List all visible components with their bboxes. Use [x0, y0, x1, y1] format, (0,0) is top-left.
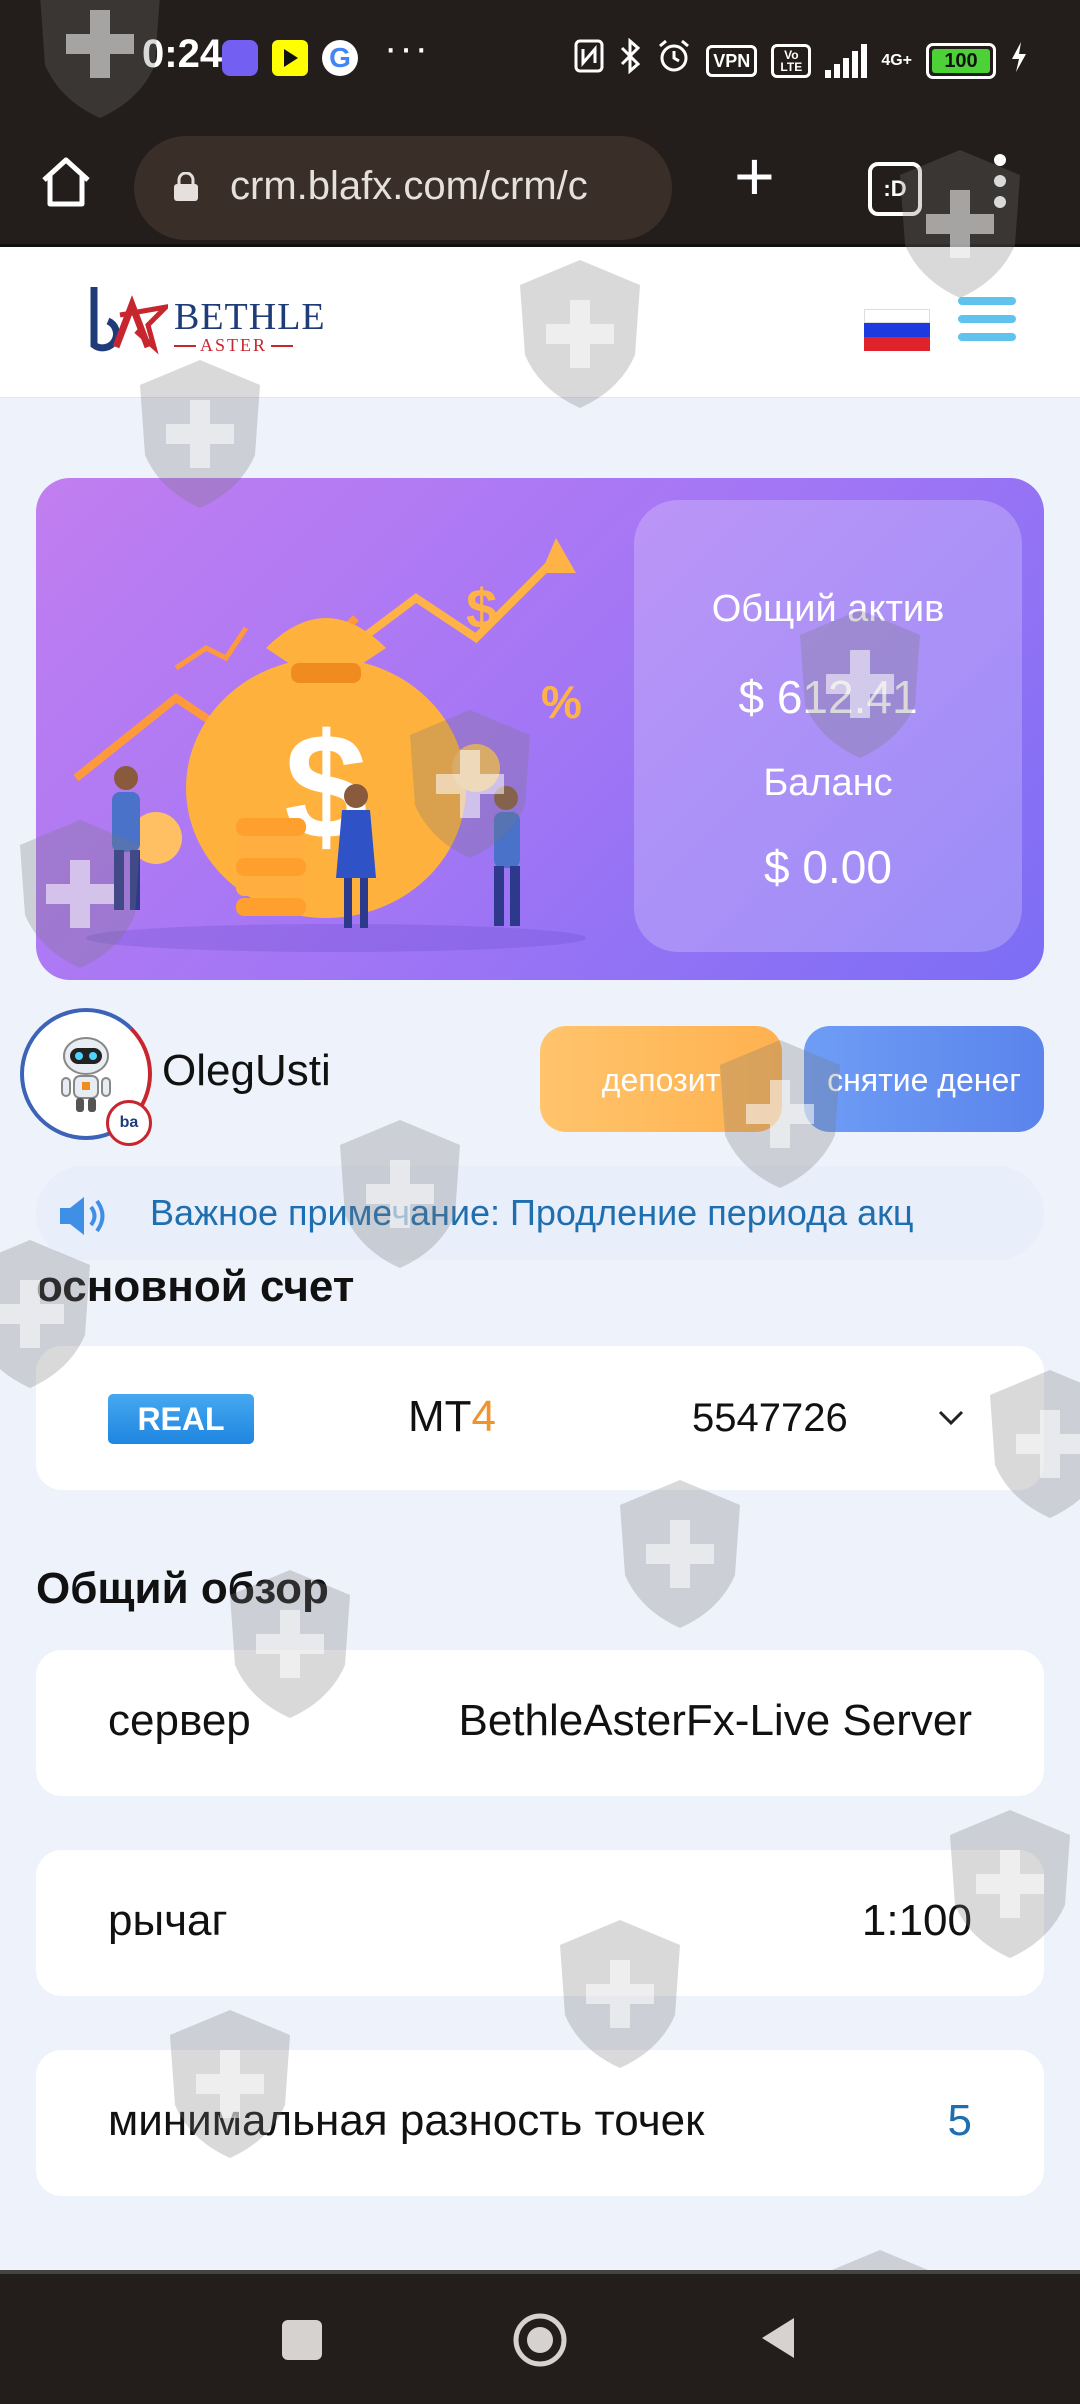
battery-icon: 100	[926, 42, 996, 79]
withdraw-button[interactable]: снятие денег	[804, 1026, 1044, 1132]
alarm-icon	[656, 38, 692, 83]
logo-name: BETHLE	[174, 296, 326, 338]
balance-label: Баланс	[763, 762, 893, 804]
status-icons: VPN Vo LTE 4G+ 100	[574, 37, 1028, 83]
hamburger-menu-icon[interactable]	[958, 297, 1016, 351]
balance-value: $ 0.00	[764, 841, 892, 893]
battery-level: 100	[932, 48, 990, 73]
browser-menu-icon[interactable]	[994, 154, 1008, 217]
volte-icon: Vo LTE	[771, 43, 812, 78]
logo-mark-icon	[88, 285, 174, 355]
home-circle-icon[interactable]	[512, 2312, 568, 2368]
svg-text:$: $	[466, 577, 497, 640]
svg-text:%: %	[541, 676, 582, 728]
username: OlegUsti	[162, 1046, 331, 1095]
platform-label: MT4	[408, 1392, 497, 1441]
asset-summary-card: Общий актив $ 612.41 Баланс $ 0.00	[634, 500, 1022, 952]
network-type: 4G+	[881, 51, 912, 69]
server-value: BethleAsterFx-Live Server	[458, 1696, 972, 1745]
lock-icon	[172, 171, 200, 202]
overview-row-leverage: рычаг 1:100	[36, 1850, 1044, 1996]
russian-flag-icon[interactable]	[864, 309, 930, 351]
notice-text: Важное примечание: Продление периода акц	[150, 1192, 914, 1233]
asset-banner: $ % $ Общий актив $ 612.41 Баланс $ 0.00	[36, 478, 1044, 980]
recent-apps-icon[interactable]	[282, 2320, 322, 2360]
vpn-icon: VPN	[706, 44, 758, 77]
home-icon[interactable]	[36, 152, 96, 212]
browser-toolbar: crm.blafx.com/crm/c + :D	[0, 122, 1080, 247]
avatar-brand-badge: ba	[106, 1100, 152, 1146]
address-bar[interactable]: crm.blafx.com/crm/c	[134, 136, 672, 240]
money-bag-illustration: $ % $	[73, 538, 586, 952]
total-asset-value: $ 612.41	[738, 671, 918, 723]
account-selector[interactable]: REAL MT4 5547726	[36, 1346, 1044, 1490]
overview-row-server: сервер BethleAsterFx-Live Server	[36, 1650, 1044, 1796]
signal-icon	[825, 43, 868, 78]
tab-switcher-button[interactable]: :D	[868, 162, 922, 216]
min-spread-label: минимальная разность точек	[108, 2096, 705, 2145]
new-tab-icon[interactable]: +	[734, 141, 775, 211]
leverage-value: 1:100	[861, 1896, 972, 1945]
min-spread-value: 5	[947, 2096, 972, 2145]
server-label: сервер	[108, 1696, 251, 1745]
url-text[interactable]: crm.blafx.com/crm/c	[230, 164, 660, 209]
logo-subtitle: ASTER	[173, 335, 294, 355]
robot-avatar-icon	[61, 1037, 111, 1112]
more-notifications-icon: ···	[384, 26, 430, 70]
bluetooth-icon	[618, 37, 642, 83]
overview-row-min-spread: минимальная разность точек 5	[36, 2050, 1044, 2196]
site-logo[interactable]: BETHLE ASTER	[88, 285, 328, 355]
chevron-down-icon[interactable]	[936, 1402, 966, 1432]
user-avatar[interactable]: ba	[20, 1008, 152, 1146]
overview-title: Общий обзор	[36, 1564, 329, 1613]
nfc-icon	[574, 39, 604, 82]
google-icon: G	[322, 40, 358, 76]
account-type-badge: REAL	[108, 1394, 254, 1444]
speaker-icon	[56, 1194, 110, 1238]
back-icon[interactable]	[756, 2314, 798, 2362]
deposit-button[interactable]: депозит	[540, 1026, 782, 1132]
site-header: BETHLE ASTER	[0, 247, 1080, 398]
status-bar: 0:24 G ··· VPN Vo LTE 4G+ 100	[0, 0, 1080, 122]
system-nav-bar	[0, 2270, 1080, 2404]
notice-marquee[interactable]: Важное примечание: Продление периода акц	[36, 1166, 1044, 1260]
status-time: 0:24	[142, 32, 223, 76]
youtube-icon	[272, 40, 308, 76]
account-number: 5547726	[692, 1396, 848, 1440]
viber-icon	[222, 40, 258, 76]
total-asset-label: Общий актив	[711, 588, 945, 630]
charging-icon	[1010, 41, 1028, 81]
leverage-label: рычаг	[108, 1896, 228, 1945]
main-account-title: основной счет	[36, 1262, 355, 1311]
